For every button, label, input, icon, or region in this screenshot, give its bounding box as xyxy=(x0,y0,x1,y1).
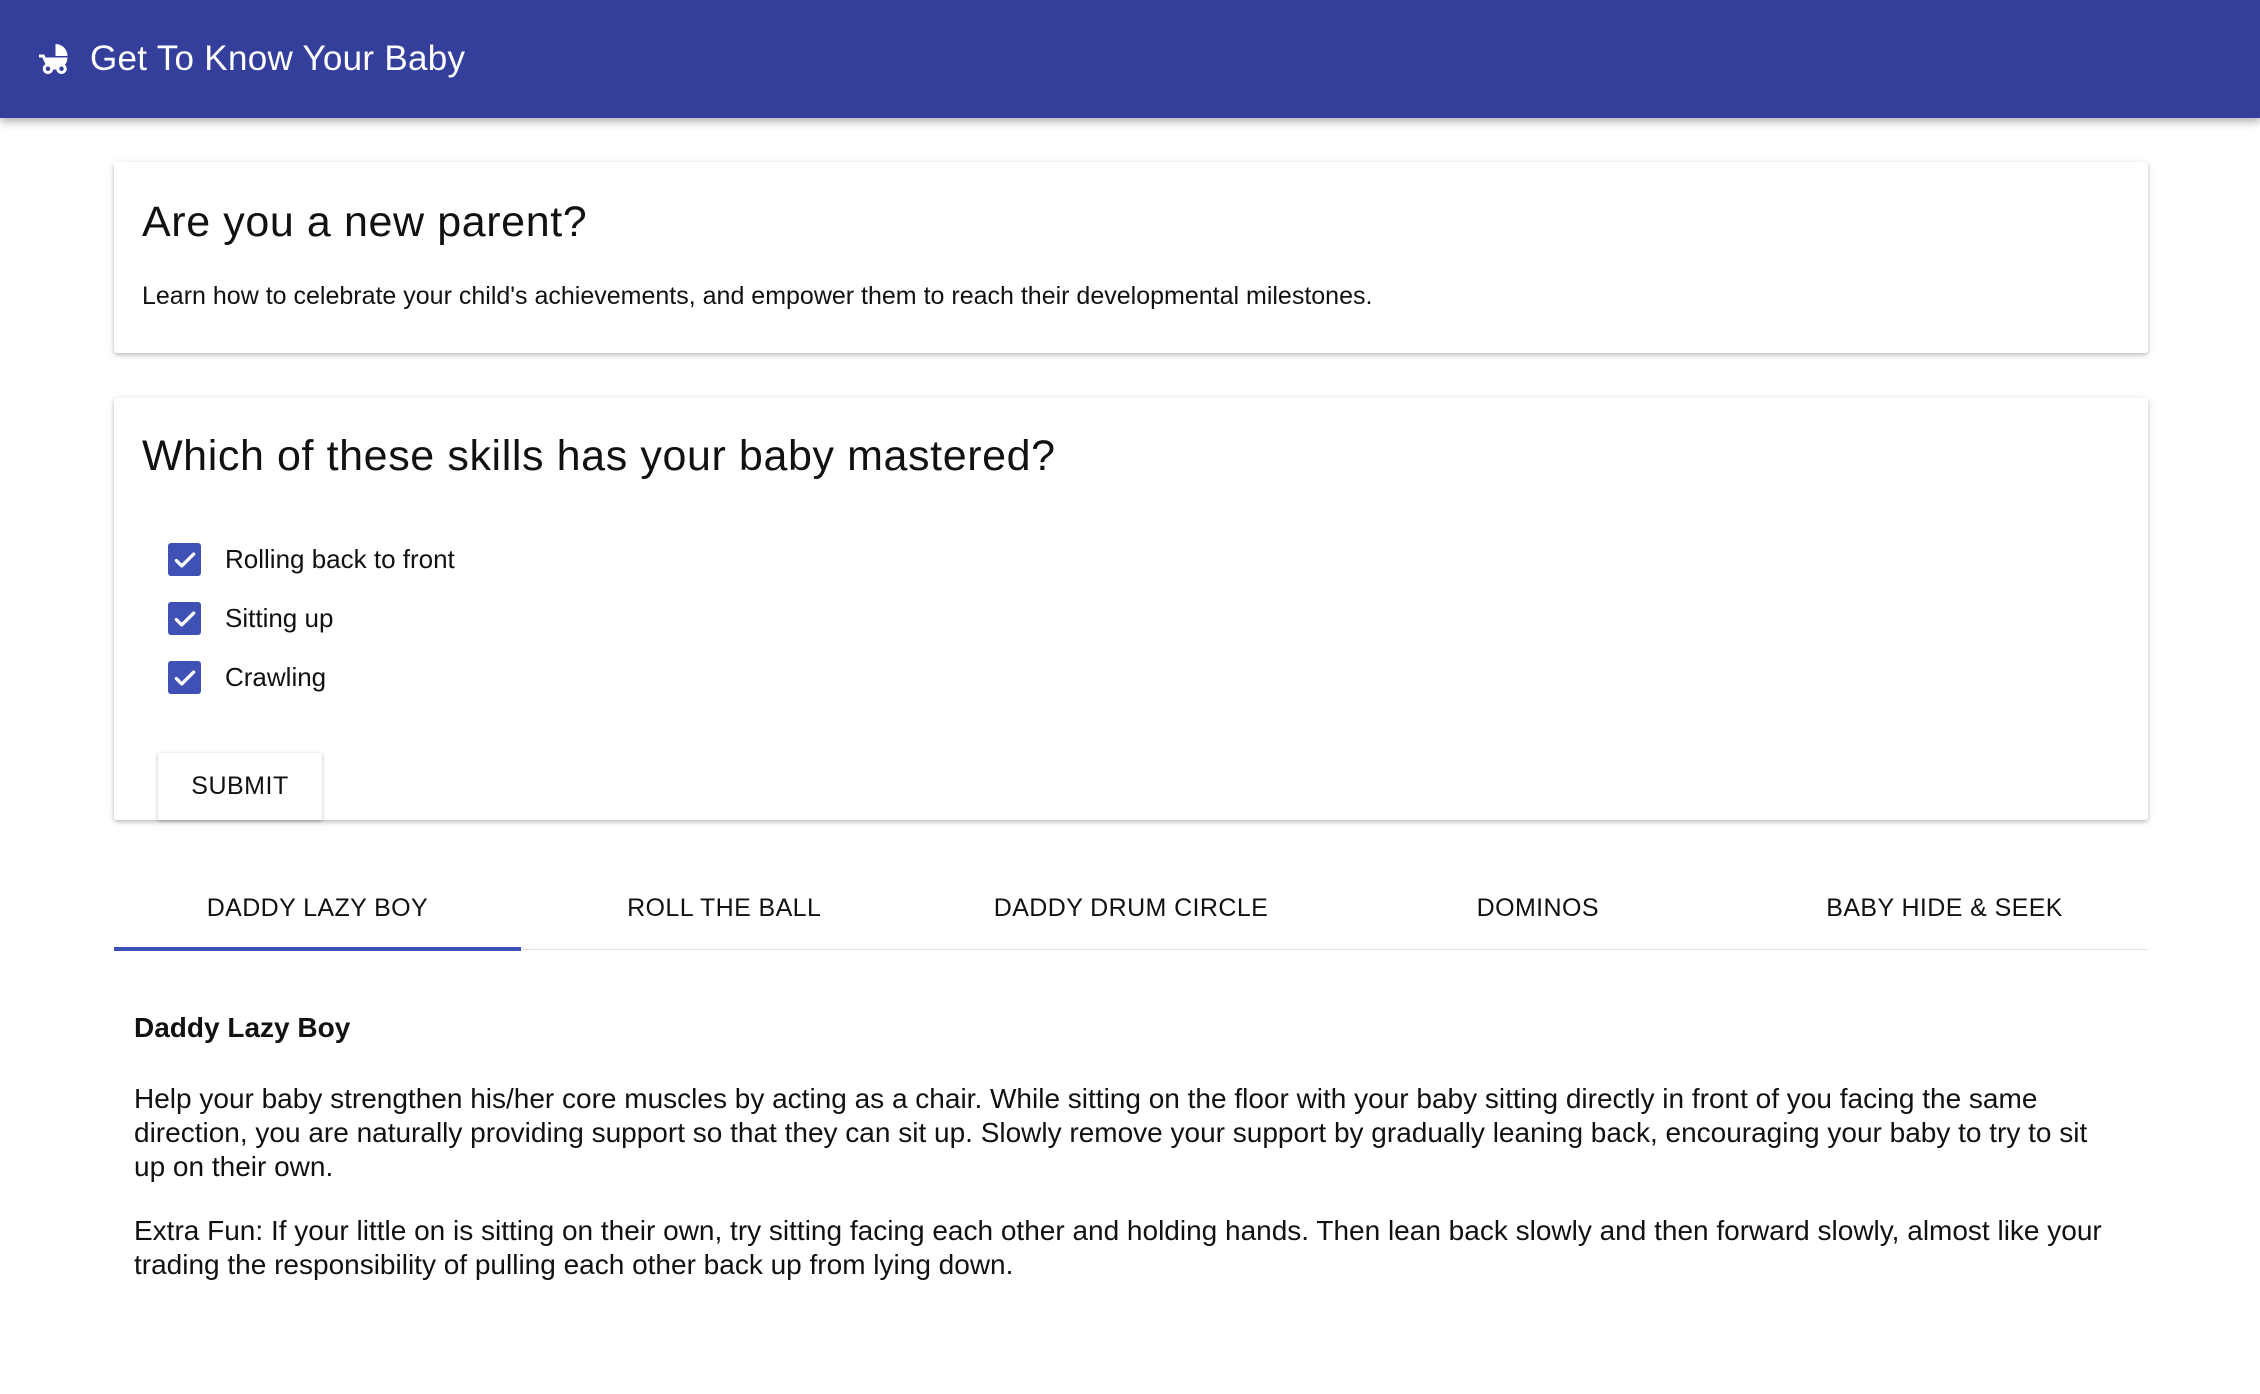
skills-card: Which of these skills has your baby mast… xyxy=(114,398,2148,820)
activity-title: Daddy Lazy Boy xyxy=(134,1012,351,1043)
intro-card: Are you a new parent? Learn how to celeb… xyxy=(114,162,2148,353)
skill-item[interactable]: Rolling back to front xyxy=(168,530,455,589)
tab-roll-the-ball[interactable]: ROLL THE BALL xyxy=(521,866,928,950)
checkmark-icon xyxy=(174,551,195,568)
intro-text: Learn how to celebrate your child's achi… xyxy=(142,282,1373,310)
app-bar: Get To Know Your Baby xyxy=(0,0,2260,118)
skill-label: Rolling back to front xyxy=(225,544,455,574)
activity-tabs: DADDY LAZY BOY ROLL THE BALL DADDY DRUM … xyxy=(114,866,2148,951)
skills-heading: Which of these skills has your baby mast… xyxy=(142,432,1056,480)
skill-item[interactable]: Sitting up xyxy=(168,589,455,648)
baby-stroller-icon xyxy=(36,41,72,77)
intro-heading: Are you a new parent? xyxy=(142,198,588,246)
skill-item[interactable]: Crawling xyxy=(168,648,455,707)
skill-checkbox[interactable] xyxy=(168,661,201,694)
skills-list: Rolling back to front Sitting up Crawlin… xyxy=(168,530,455,707)
skill-checkbox[interactable] xyxy=(168,543,201,576)
tab-dominos[interactable]: DOMINOS xyxy=(1334,866,1741,950)
checkmark-icon xyxy=(174,610,195,627)
activity-panel: Daddy Lazy Boy Help your baby strengthen… xyxy=(134,1012,2124,1312)
skill-label: Crawling xyxy=(225,662,327,692)
app-title: Get To Know Your Baby xyxy=(90,39,466,78)
activity-extra: Extra Fun: If your little on is sitting … xyxy=(134,1215,2102,1280)
skill-label: Sitting up xyxy=(225,603,334,633)
submit-button[interactable]: SUBMIT xyxy=(158,753,322,820)
tab-baby-hide-and-seek[interactable]: BABY HIDE & SEEK xyxy=(1741,866,2148,950)
tab-daddy-lazy-boy[interactable]: DADDY LAZY BOY xyxy=(114,866,521,951)
checkmark-icon xyxy=(174,669,195,686)
tab-daddy-drum-circle[interactable]: DADDY DRUM CIRCLE xyxy=(928,866,1335,950)
skill-checkbox[interactable] xyxy=(168,602,201,635)
activity-description: Help your baby strengthen his/her core m… xyxy=(134,1083,2088,1182)
